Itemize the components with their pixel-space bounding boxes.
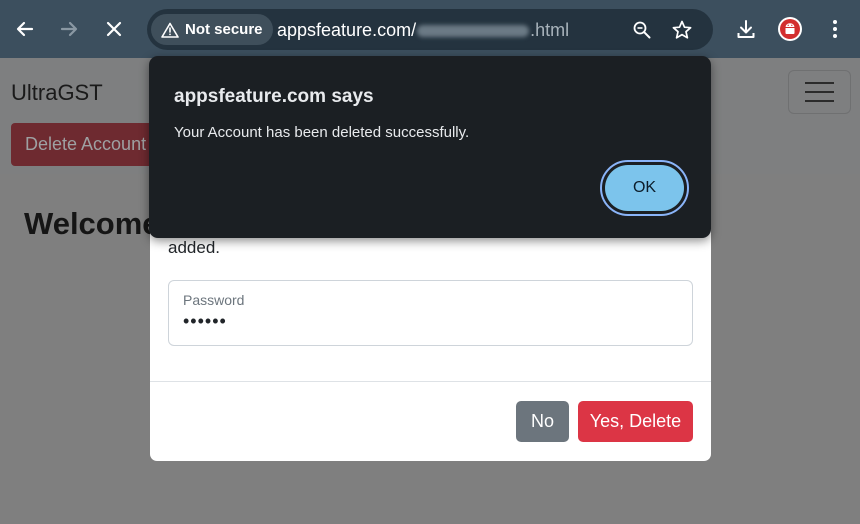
warning-icon [161, 22, 179, 38]
yes-delete-button[interactable]: Yes, Delete [578, 401, 693, 442]
alert-title: appsfeature.com says [174, 86, 374, 107]
hamburger-line [805, 100, 834, 102]
delete-account-button[interactable]: Delete Account [11, 123, 156, 166]
url-suffix: .html [530, 20, 570, 40]
stop-loading-button[interactable] [97, 12, 131, 46]
address-bar[interactable]: Not secure appsfeature.com/ .html [147, 9, 713, 50]
js-alert-dialog: appsfeature.com says Your Account has be… [149, 56, 711, 238]
brand-title[interactable]: UltraGST [11, 80, 103, 106]
downloads-button[interactable] [729, 12, 763, 46]
navbar-toggler[interactable] [788, 70, 851, 114]
password-label: Password [183, 292, 245, 308]
modal-body-text: added. [168, 238, 220, 257]
hamburger-line [805, 91, 834, 93]
security-label: Not secure [185, 21, 263, 38]
security-indicator[interactable]: Not secure [151, 14, 273, 45]
more-vert-icon [833, 20, 837, 38]
zoom-icon[interactable] [631, 19, 653, 41]
forward-button[interactable] [52, 12, 86, 46]
browser-toolbar: Not secure appsfeature.com/ .html [0, 0, 860, 58]
alert-message: Your Account has been deleted successful… [174, 124, 470, 141]
android-extension-icon [778, 17, 802, 41]
back-button[interactable] [8, 12, 42, 46]
hamburger-icon [805, 82, 834, 84]
arrow-left-icon [16, 21, 34, 37]
arrow-right-icon [60, 21, 78, 37]
close-icon [106, 21, 122, 37]
bookmark-star-icon[interactable] [671, 19, 693, 41]
url-text[interactable]: appsfeature.com/ .html [277, 20, 569, 41]
url-redacted-segment [417, 25, 530, 38]
alert-ok-label: OK [605, 165, 684, 211]
welcome-heading: Welcome [24, 206, 160, 241]
menu-button[interactable] [818, 12, 852, 46]
url-host: appsfeature.com/ [277, 20, 417, 40]
download-icon [737, 20, 755, 38]
extension-button[interactable] [773, 12, 807, 46]
password-field[interactable]: Password •••••• [168, 280, 693, 346]
no-button[interactable]: No [516, 401, 569, 442]
alert-ok-button[interactable]: OK [600, 160, 689, 216]
password-input[interactable]: •••••• [183, 311, 227, 332]
modal-footer-divider [150, 381, 711, 382]
